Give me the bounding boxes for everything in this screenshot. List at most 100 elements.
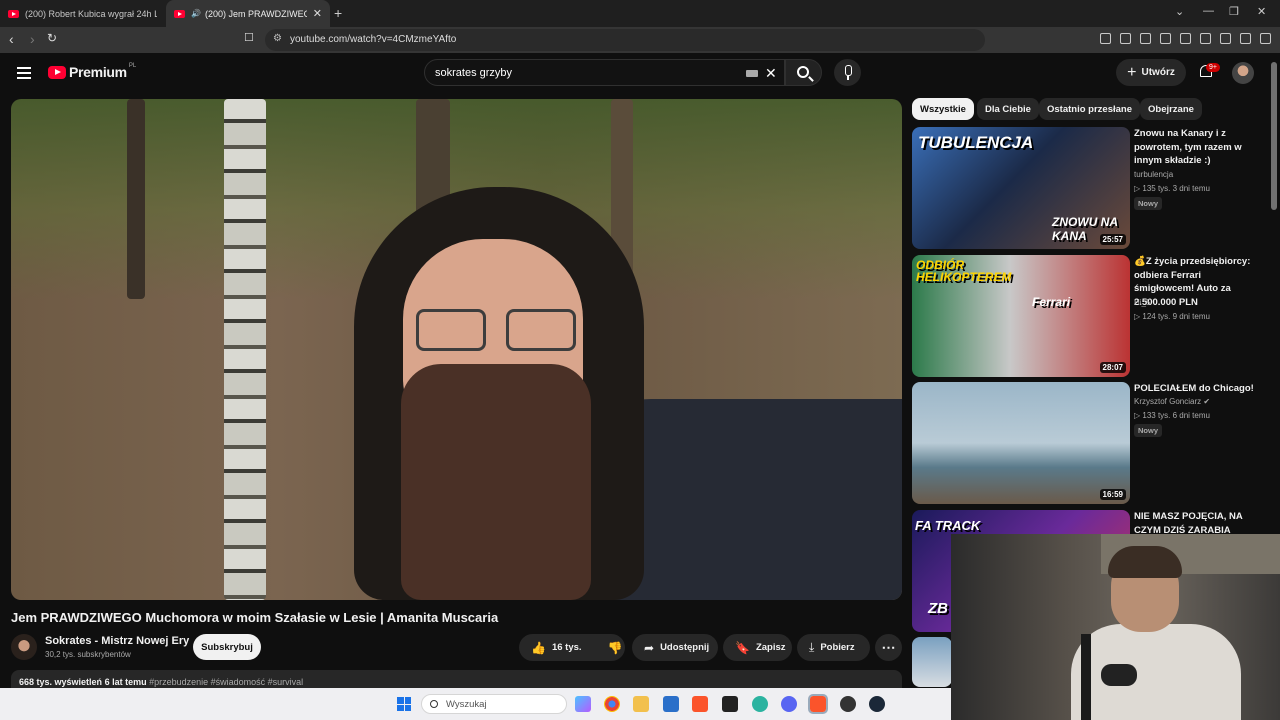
chip-recently-uploaded[interactable]: Ostatnio przesłane bbox=[1039, 98, 1140, 120]
video-thumbnail[interactable]: 16:59 bbox=[912, 382, 1130, 504]
view-count: 668 tys. wyświetleń bbox=[19, 677, 103, 687]
thumbs-up-icon[interactable]: 👍 bbox=[531, 641, 546, 655]
duration-badge: 28:07 bbox=[1099, 362, 1126, 373]
obs-icon[interactable] bbox=[840, 696, 856, 712]
recommendation-channel[interactable]: turbulencja bbox=[1134, 170, 1173, 179]
download-button[interactable]: ⤓ Pobierz bbox=[797, 634, 870, 661]
taskbar-search-placeholder: Wyszukaj bbox=[446, 699, 487, 710]
address-bar[interactable]: ⚙ youtube.com/watch?v=4CMzmeYAfto bbox=[265, 29, 985, 51]
app-icon[interactable] bbox=[722, 696, 738, 712]
copilot-icon[interactable] bbox=[575, 696, 591, 712]
extension-icon[interactable] bbox=[1120, 33, 1131, 44]
app-icon[interactable] bbox=[752, 696, 768, 712]
like-count[interactable]: 16 tys. bbox=[552, 642, 582, 653]
youtube-favicon-icon bbox=[8, 9, 19, 18]
close-window-button[interactable]: ✕ bbox=[1257, 5, 1266, 18]
taskbar-search-input[interactable]: Wyszukaj bbox=[421, 694, 567, 714]
browser-tab-active[interactable]: 🔊 (200) Jem PRAWDZIWEGO M ✕ bbox=[166, 0, 330, 27]
keyboard-icon[interactable] bbox=[746, 70, 758, 77]
subscribe-button[interactable]: Subskrybuj bbox=[193, 634, 261, 660]
video-thumbnail[interactable] bbox=[912, 637, 952, 687]
discord-icon[interactable] bbox=[781, 696, 797, 712]
bookmark-icon[interactable]: ☐ bbox=[244, 31, 254, 44]
minimize-button[interactable]: — bbox=[1203, 5, 1214, 17]
person-beard bbox=[401, 364, 591, 600]
video-thumbnail[interactable]: ODBIÓR HELIKOPTEREM Ferrari 28:07 bbox=[912, 255, 1130, 377]
store-icon[interactable] bbox=[663, 696, 679, 712]
video-thumbnail[interactable]: TUBULENCJA ZNOWU NA KANA 25:57 bbox=[912, 127, 1130, 249]
create-button[interactable]: + Utwórz bbox=[1116, 59, 1186, 86]
reload-icon[interactable]: ↻ bbox=[47, 31, 57, 45]
extension-icon[interactable] bbox=[1220, 33, 1231, 44]
glasses bbox=[416, 309, 576, 351]
recommendation-title[interactable]: POLECIAŁEM do Chicago! bbox=[1134, 382, 1260, 396]
youtube-logo[interactable]: Premium PL bbox=[48, 63, 136, 80]
close-tab-icon[interactable]: ✕ bbox=[313, 7, 322, 20]
like-dislike-group: 👍 16 tys. 👎 bbox=[519, 634, 625, 661]
extension-icon[interactable] bbox=[1240, 33, 1251, 44]
duration-badge: 25:57 bbox=[1099, 234, 1126, 245]
search-query: sokrates grzyby bbox=[435, 67, 513, 79]
extension-icon[interactable] bbox=[1140, 33, 1151, 44]
extension-icon[interactable] bbox=[1180, 33, 1191, 44]
tree-trunk bbox=[127, 99, 145, 299]
recommendation-title[interactable]: 💰Z życia przedsiębiorcy: odbiera Ferrari… bbox=[1134, 255, 1260, 309]
bookmark-icon: 🔖 bbox=[735, 640, 750, 655]
browser-tabstrip: (200) Robert Kubica wygrał 24h Le M 🔊 (2… bbox=[0, 0, 1280, 27]
search-icon bbox=[430, 700, 438, 708]
brave-icon[interactable] bbox=[692, 696, 708, 712]
share-button[interactable]: ➦ Udostępnij bbox=[632, 634, 718, 661]
webcam-overlay bbox=[951, 534, 1280, 720]
chip-for-you[interactable]: Dla Ciebie bbox=[977, 98, 1039, 120]
subscriber-count: 30,2 tys. subskrybentów bbox=[45, 650, 131, 659]
upload-age: 6 lat temu bbox=[104, 677, 147, 687]
save-button[interactable]: 🔖 Zapisz bbox=[723, 634, 792, 661]
extension-icon[interactable] bbox=[1160, 33, 1171, 44]
browser-tab[interactable]: (200) Robert Kubica wygrał 24h Le M bbox=[0, 0, 165, 27]
search-input[interactable]: sokrates grzyby ✕ bbox=[424, 59, 785, 86]
windows-start-icon[interactable] bbox=[397, 697, 411, 711]
recommendation-channel[interactable]: Hi_5 bbox=[1134, 298, 1150, 307]
brave-active-icon[interactable] bbox=[808, 694, 828, 714]
youtube-favicon-icon bbox=[174, 9, 185, 18]
extension-icon[interactable] bbox=[1200, 33, 1211, 44]
duration-badge: 16:59 bbox=[1099, 489, 1126, 500]
video-player[interactable] bbox=[11, 99, 902, 600]
channel-avatar[interactable] bbox=[11, 634, 37, 660]
voice-search-button[interactable] bbox=[834, 59, 861, 86]
tab-search-icon[interactable]: ⌄ bbox=[1175, 5, 1184, 18]
recommendation-channel[interactable]: Krzysztof Gonciarz ✔ bbox=[1134, 397, 1210, 406]
tab-title: (200) Jem PRAWDZIWEGO M bbox=[204, 8, 307, 19]
birch-trunk bbox=[224, 99, 266, 600]
channel-name[interactable]: Sokrates - Mistrz Nowej Ery bbox=[45, 635, 189, 647]
thumbnail-text: Ferrari bbox=[1032, 295, 1071, 309]
clear-search-icon[interactable]: ✕ bbox=[765, 65, 777, 82]
maximize-button[interactable]: ❐ bbox=[1229, 5, 1239, 18]
chip-all[interactable]: Wszystkie bbox=[912, 98, 974, 120]
search-button[interactable] bbox=[785, 59, 822, 86]
back-icon[interactable]: ‹ bbox=[9, 31, 14, 47]
speaker-icon[interactable]: 🔊 bbox=[191, 9, 201, 18]
page-scrollbar[interactable] bbox=[1271, 62, 1277, 210]
more-actions-button[interactable]: ⋯ bbox=[875, 634, 902, 661]
new-tab-button[interactable]: + bbox=[334, 5, 342, 21]
url-text: youtube.com/watch?v=4CMzmeYAfto bbox=[290, 34, 457, 45]
thumbnail-text: TUBULENCJA bbox=[918, 133, 1034, 152]
chip-watched[interactable]: Obejrzane bbox=[1140, 98, 1202, 120]
steam-icon[interactable] bbox=[869, 696, 885, 712]
account-avatar[interactable] bbox=[1232, 62, 1254, 84]
file-explorer-icon[interactable] bbox=[633, 696, 649, 712]
menu-icon[interactable] bbox=[17, 67, 31, 82]
forward-icon[interactable]: › bbox=[30, 31, 35, 47]
description-box[interactable]: 668 tys. wyświetleń 6 lat temu #przebudz… bbox=[11, 670, 902, 690]
extension-icon[interactable] bbox=[1100, 33, 1111, 44]
thumbs-down-icon[interactable]: 👎 bbox=[608, 641, 623, 655]
share-label: Udostępnij bbox=[660, 642, 710, 653]
download-label: Pobierz bbox=[820, 642, 855, 653]
recommendation-meta: ▷ 135 tys. 3 dni temu bbox=[1134, 184, 1210, 193]
site-settings-icon[interactable]: ⚙ bbox=[273, 33, 282, 44]
recommendation-title[interactable]: Znowu na Kanary i z powrotem, tym razem … bbox=[1134, 127, 1260, 168]
hashtags[interactable]: #przebudzenie #świadomość #survival bbox=[149, 677, 303, 687]
chrome-icon[interactable] bbox=[604, 696, 620, 712]
extension-icon[interactable] bbox=[1260, 33, 1271, 44]
